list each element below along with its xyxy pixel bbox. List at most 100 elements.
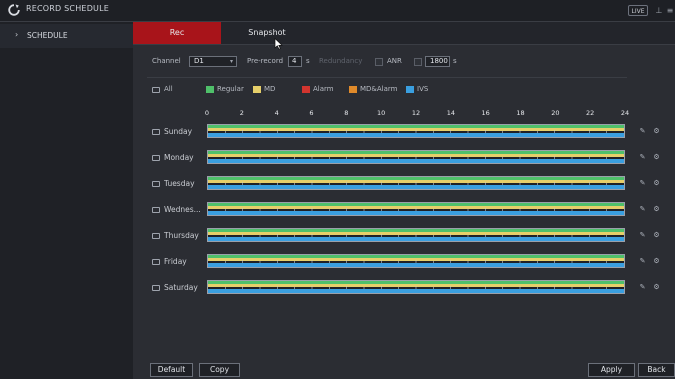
edit-icon[interactable]: ✎	[638, 205, 647, 214]
gear-icon[interactable]: ⚙	[652, 153, 661, 162]
day-select-icon[interactable]	[152, 285, 160, 291]
schedule-bar[interactable]	[207, 280, 625, 294]
day-label: Thursday	[164, 231, 199, 240]
chevron-right-icon: ›	[15, 30, 19, 39]
day-row: Friday ✎ ⚙	[133, 249, 675, 275]
prerecord-input[interactable]: 4	[288, 56, 302, 67]
schedule-bar[interactable]	[207, 202, 625, 216]
hour-tick-label: 20	[551, 109, 560, 117]
sidebar-item-schedule[interactable]: › SCHEDULE	[0, 24, 133, 48]
day-row: Monday ✎ ⚙	[133, 145, 675, 171]
legend-regular-label: Regular	[217, 85, 244, 93]
prerecord-label: Pre-record	[247, 57, 284, 65]
edit-icon[interactable]: ✎	[638, 231, 647, 240]
regular-stripe	[208, 229, 624, 232]
gear-icon[interactable]: ⚙	[652, 257, 661, 266]
refresh-logo-icon	[8, 4, 20, 16]
apply-button[interactable]: Apply	[588, 363, 635, 377]
legend-ivs-swatch[interactable]	[406, 86, 414, 93]
ivs-stripe	[208, 263, 624, 267]
schedule-bar[interactable]	[207, 254, 625, 268]
legend-md-swatch[interactable]	[253, 86, 261, 93]
window-title: RECORD SCHEDULE	[26, 4, 110, 13]
edit-icon[interactable]: ✎	[638, 153, 647, 162]
day-select-icon[interactable]	[152, 259, 160, 265]
edit-icon[interactable]: ✎	[638, 179, 647, 188]
mouse-cursor-icon	[274, 38, 283, 50]
gear-icon[interactable]: ⚙	[652, 283, 661, 292]
regular-stripe	[208, 255, 624, 258]
day-label: Monday	[164, 153, 194, 162]
day-select-icon[interactable]	[152, 207, 160, 213]
default-button[interactable]: Default	[150, 363, 193, 377]
schedule-bar[interactable]	[207, 150, 625, 164]
tab-rec[interactable]: Rec	[133, 22, 221, 44]
ivs-stripe	[208, 133, 624, 137]
schedule-bar-graphic	[208, 151, 624, 163]
day-select-icon[interactable]	[152, 129, 160, 135]
live-button[interactable]: LIVE	[628, 5, 648, 16]
anr-label: ANR	[387, 57, 402, 65]
channel-select[interactable]: D1 ▾	[189, 56, 237, 67]
schedule-bar[interactable]	[207, 176, 625, 190]
prerecord-unit: s	[306, 57, 310, 65]
anr-checkbox[interactable]	[375, 58, 383, 66]
legend-alarm-label: Alarm	[313, 85, 334, 93]
hour-tick-label: 6	[309, 109, 314, 117]
day-label: Saturday	[164, 283, 198, 292]
day-label: Tuesday	[164, 179, 195, 188]
divider	[147, 77, 627, 78]
legend-mdalarm-label: MD&Alarm	[360, 85, 398, 93]
ivs-stripe	[208, 237, 624, 241]
day-select-icon[interactable]	[152, 233, 160, 239]
anr-input[interactable]: 1800	[425, 56, 450, 67]
hour-tick-label: 0	[204, 109, 210, 117]
legend-regular-swatch[interactable]	[206, 86, 214, 93]
copy-button[interactable]: Copy	[199, 363, 240, 377]
gear-icon[interactable]: ⚙	[652, 231, 661, 240]
day-select-icon[interactable]	[152, 181, 160, 187]
schedule-bar[interactable]	[207, 228, 625, 242]
schedule-bar-graphic	[208, 177, 624, 189]
all-select-icon[interactable]	[152, 87, 160, 93]
sidebar-item-label: SCHEDULE	[27, 31, 68, 40]
user-icon[interactable]: ⊥	[654, 5, 664, 16]
hour-tick-label: 22	[586, 109, 595, 117]
hour-tick-label: 16	[481, 109, 490, 117]
day-row: Wednes... ✎ ⚙	[133, 197, 675, 223]
hour-tick-label: 12	[411, 109, 421, 117]
tab-snapshot[interactable]: Snapshot	[223, 22, 311, 44]
title-bar: RECORD SCHEDULE LIVE ⊥ ≡	[0, 0, 675, 22]
edit-icon[interactable]: ✎	[638, 257, 647, 266]
day-row: Saturday ✎ ⚙	[133, 275, 675, 301]
regular-stripe	[208, 203, 624, 206]
legend-all-label[interactable]: All	[164, 85, 173, 93]
gear-icon[interactable]: ⚙	[652, 179, 661, 188]
channel-value: D1	[194, 57, 204, 65]
gear-icon[interactable]: ⚙	[652, 205, 661, 214]
day-row: Sunday ✎ ⚙	[133, 119, 675, 145]
day-select-icon[interactable]	[152, 155, 160, 161]
hour-tick-label: 4	[274, 109, 279, 117]
dropdown-arrow-icon: ▾	[229, 58, 233, 65]
schedule-bar-graphic	[208, 203, 624, 215]
day-label: Wednes...	[164, 205, 201, 214]
regular-stripe	[208, 177, 624, 180]
schedule-bar[interactable]	[207, 124, 625, 138]
edit-icon[interactable]: ✎	[638, 283, 647, 292]
ivs-stripe	[208, 211, 624, 215]
day-row: Thursday ✎ ⚙	[133, 223, 675, 249]
menu-icon[interactable]: ≡	[665, 5, 675, 16]
ivs-stripe	[208, 159, 624, 163]
hour-tick-label: 8	[344, 109, 349, 117]
regular-stripe	[208, 151, 624, 154]
gear-icon[interactable]: ⚙	[652, 127, 661, 136]
edit-icon[interactable]: ✎	[638, 127, 647, 136]
schedule-bar-graphic	[208, 255, 624, 267]
back-button[interactable]: Back	[638, 363, 675, 377]
legend-alarm-swatch[interactable]	[302, 86, 310, 93]
hour-tick-label: 14	[446, 109, 455, 117]
channel-label: Channel	[152, 57, 181, 65]
legend-mdalarm-swatch[interactable]	[349, 86, 357, 93]
anr-enable-checkbox[interactable]	[414, 58, 422, 66]
